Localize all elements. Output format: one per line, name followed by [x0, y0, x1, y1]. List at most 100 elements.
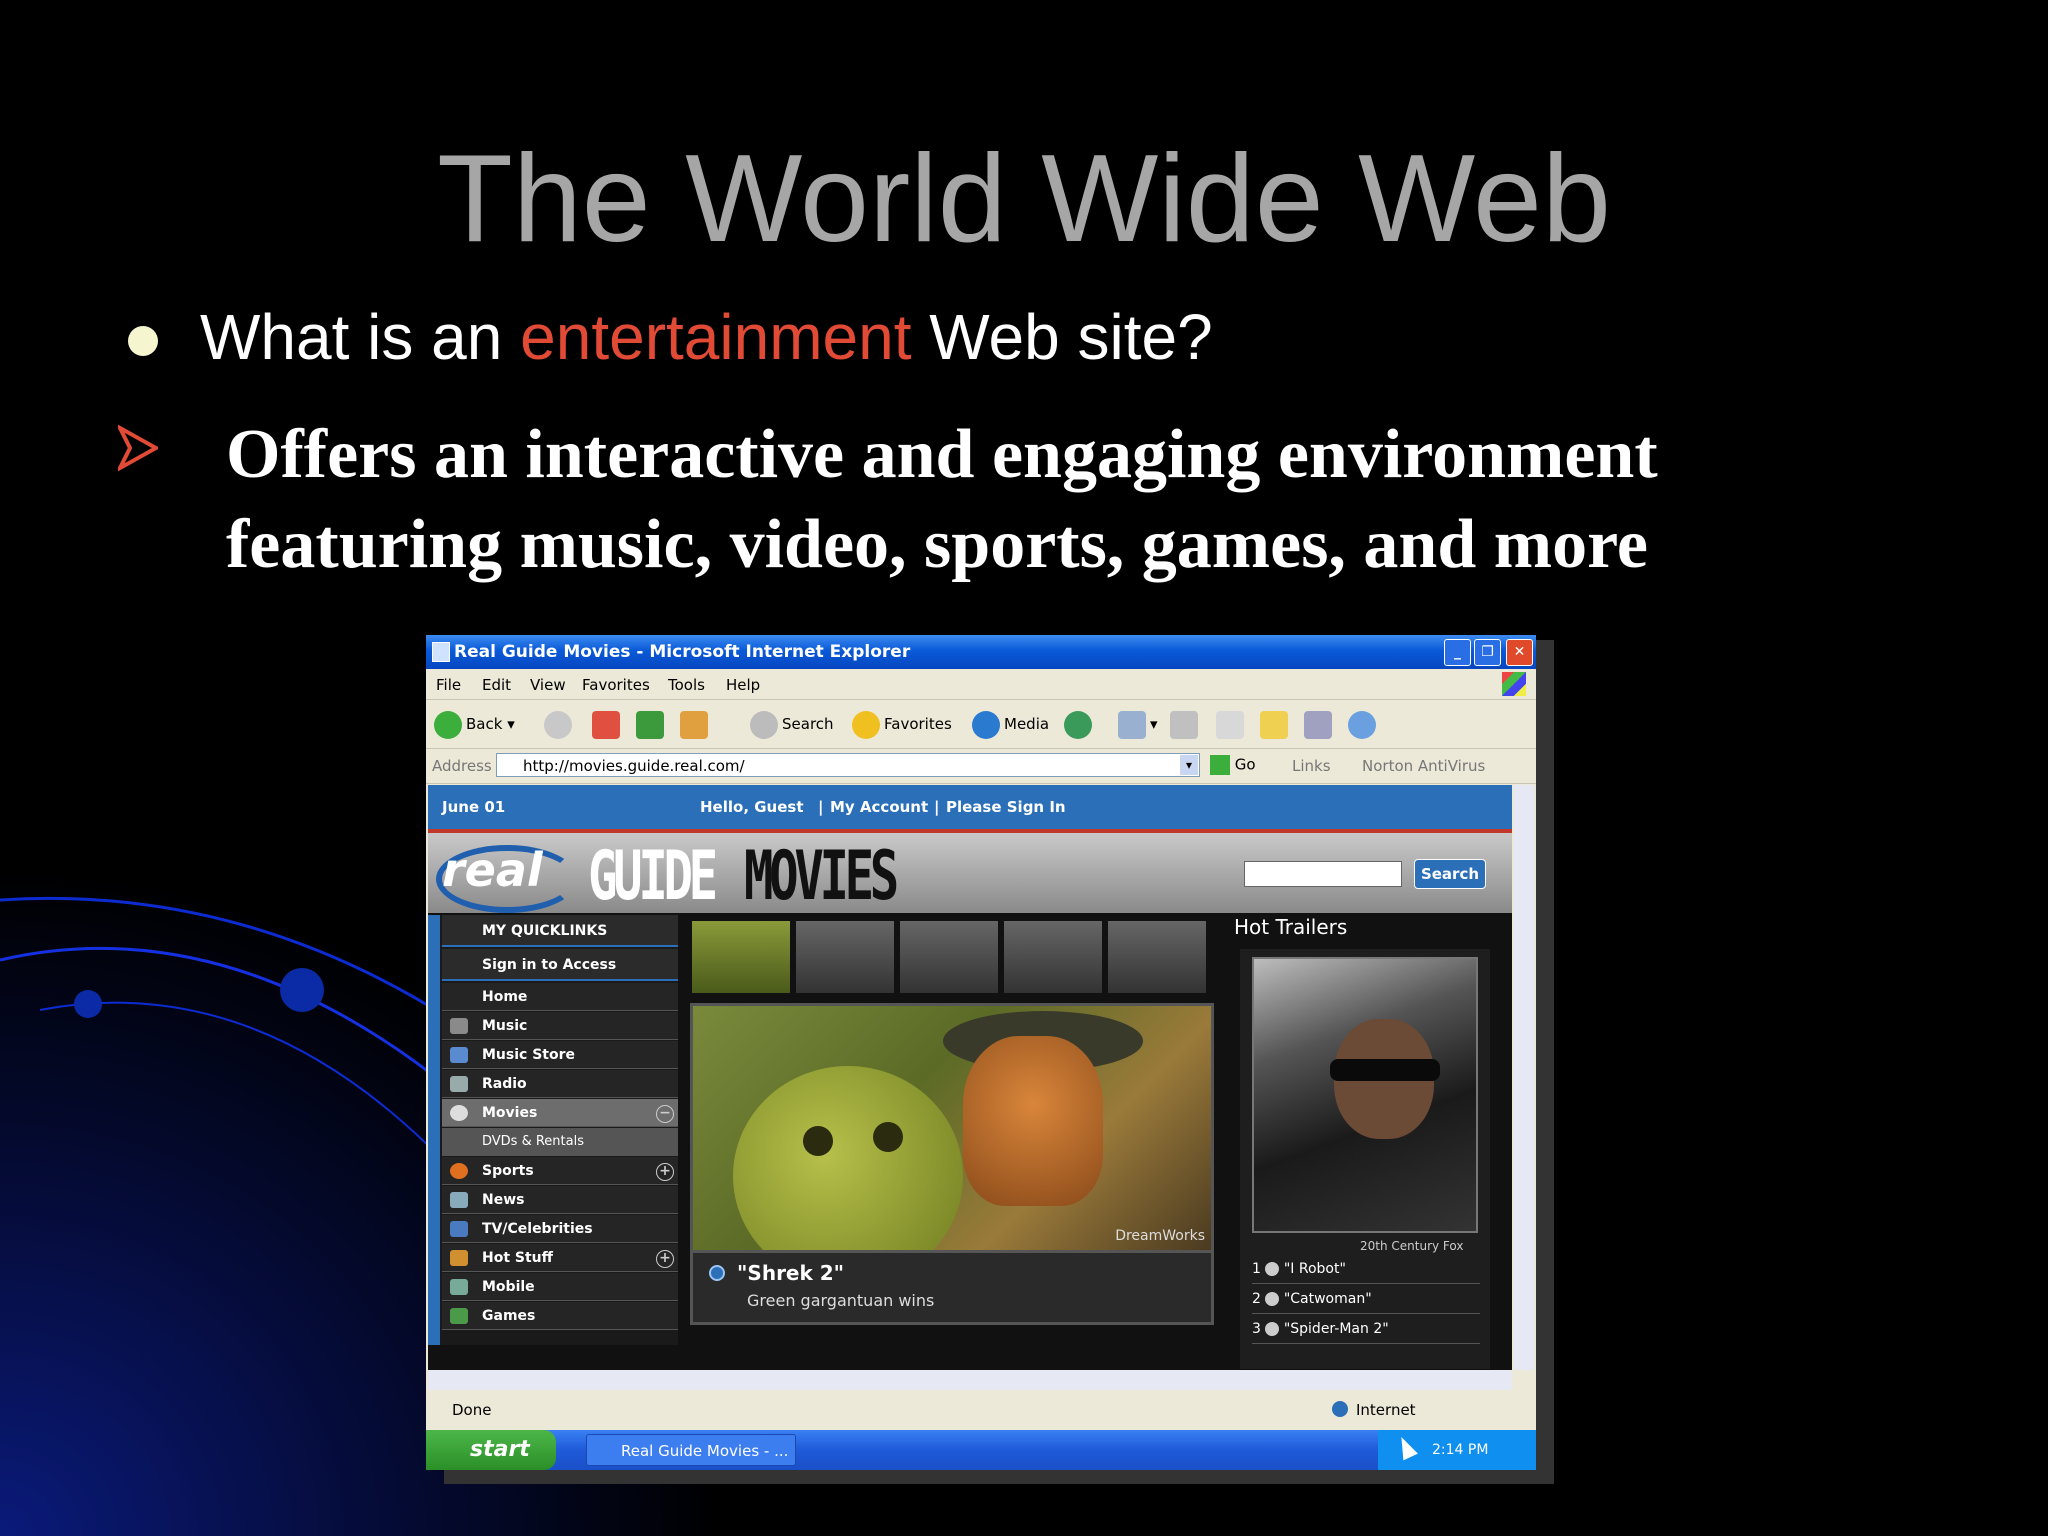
stop-button[interactable]	[592, 708, 624, 740]
my-account-link[interactable]: My Account	[830, 798, 928, 816]
trailer-item-2[interactable]: 2 "Catwoman"	[1252, 1285, 1480, 1314]
favorites-button[interactable]: Favorites	[852, 708, 952, 740]
mobile-phone-icon	[450, 1279, 468, 1295]
status-bar: Done Internet	[426, 1395, 1536, 1425]
nav-hot-stuff[interactable]: Hot Stuff +	[442, 1244, 678, 1272]
title-bar[interactable]: Real Guide Movies - Microsoft Internet E…	[426, 635, 1536, 669]
windows-logo-icon	[1502, 672, 1526, 696]
feature-caption[interactable]: "Shrek 2" Green gargantuan wins	[690, 1253, 1214, 1325]
menu-file[interactable]: File	[436, 676, 461, 694]
logo-real: real	[442, 843, 543, 897]
globe-icon	[1332, 1401, 1348, 1417]
mail-button[interactable]: ▾	[1118, 708, 1158, 740]
refresh-icon	[636, 710, 664, 739]
expand-icon[interactable]: +	[656, 1163, 674, 1181]
vertical-scrollbar[interactable]	[1514, 785, 1534, 1370]
restore-button[interactable]: ❐	[1474, 639, 1501, 666]
go-button[interactable]: Go	[1210, 755, 1256, 775]
web-page: June 01 Hello, Guest | My Account | Plea…	[428, 785, 1512, 1370]
minimize-button[interactable]: _	[1444, 639, 1471, 666]
menu-view[interactable]: View	[530, 676, 566, 694]
nav-mobile[interactable]: Mobile	[442, 1273, 678, 1301]
horizontal-scrollbar[interactable]	[428, 1370, 1512, 1390]
thumbnail-1[interactable]	[690, 919, 792, 995]
menu-help[interactable]: Help	[726, 676, 760, 694]
news-icon	[450, 1192, 468, 1208]
nav-music-store[interactable]: Music Store	[442, 1041, 678, 1069]
search-button[interactable]: Search	[750, 708, 834, 740]
shrek-shape	[733, 1066, 963, 1250]
forward-button[interactable]	[544, 708, 576, 740]
ie-page-icon	[432, 642, 450, 662]
play-icon	[1265, 1262, 1280, 1276]
edit-button[interactable]	[1216, 708, 1248, 740]
nav-home[interactable]: Home	[442, 983, 678, 1011]
nav-news[interactable]: News	[442, 1186, 678, 1214]
nav-games[interactable]: Games	[442, 1302, 678, 1330]
sign-in-link[interactable]: Please Sign In	[946, 798, 1066, 816]
printer-icon	[1170, 710, 1198, 739]
site-search-input[interactable]	[1244, 861, 1402, 887]
expand-icon[interactable]: +	[656, 1250, 674, 1268]
thumbnail-4[interactable]	[1002, 919, 1104, 995]
mail-icon	[1118, 710, 1146, 739]
ball-icon	[450, 1163, 468, 1179]
history-button[interactable]	[1064, 708, 1096, 740]
site-search-button[interactable]: Search	[1414, 859, 1486, 889]
menu-bar: File Edit View Favorites Tools Help	[426, 669, 1536, 700]
address-input[interactable]: http://movies.guide.real.com/	[496, 753, 1200, 777]
play-icon	[709, 1265, 725, 1281]
menu-favorites[interactable]: Favorites	[582, 676, 650, 694]
discuss-button[interactable]	[1260, 708, 1292, 740]
address-bar: Address http://movies.guide.real.com/ ▾ …	[426, 749, 1536, 784]
sign-in-access-link[interactable]: Sign in to Access	[442, 949, 678, 981]
music-store-icon	[450, 1047, 468, 1063]
radio-icon	[450, 1076, 468, 1092]
nav-radio[interactable]: Radio	[442, 1070, 678, 1098]
feature-image[interactable]: DreamWorks	[690, 1003, 1214, 1253]
site-date: June 01	[442, 798, 506, 816]
sub-point-line1: Offers an interactive and engaging envir…	[226, 416, 1658, 493]
media-button[interactable]: Media	[972, 708, 1049, 740]
thumbnail-2[interactable]	[794, 919, 896, 995]
messenger-button[interactable]	[1348, 708, 1380, 740]
dreamworks-watermark: DreamWorks	[1115, 1228, 1205, 1244]
hot-trailers-header: Hot Trailers	[1234, 915, 1348, 939]
hot-stuff-icon	[450, 1250, 468, 1266]
trailer-item-3[interactable]: 3 "Spider-Man 2"	[1252, 1315, 1480, 1344]
close-button[interactable]: ✕	[1506, 639, 1533, 666]
nav-sports[interactable]: Sports +	[442, 1157, 678, 1185]
bullet-suffix: Web site?	[911, 301, 1213, 373]
thumbnail-3[interactable]	[898, 919, 1000, 995]
nav-tv-celebrities[interactable]: TV/Celebrities	[442, 1215, 678, 1243]
collapse-icon[interactable]: −	[656, 1105, 674, 1123]
menu-tools[interactable]: Tools	[668, 676, 705, 694]
address-dropdown-icon[interactable]: ▾	[1180, 755, 1198, 775]
menu-edit[interactable]: Edit	[482, 676, 511, 694]
taskbar-item-ie[interactable]: Real Guide Movies - ...	[586, 1434, 796, 1466]
thumbnail-5[interactable]	[1106, 919, 1208, 995]
clock: 2:14 PM	[1432, 1442, 1489, 1458]
play-icon	[1265, 1322, 1280, 1336]
print-button[interactable]	[1170, 708, 1202, 740]
norton-button[interactable]: Norton AntiVirus	[1362, 757, 1485, 775]
toolbar: Back ▾ Search Favorites Media ▾	[426, 700, 1536, 749]
research-button[interactable]	[1304, 708, 1336, 740]
music-note-icon	[450, 1018, 468, 1034]
home-button[interactable]	[680, 708, 712, 740]
trailer-credit: 20th Century Fox	[1360, 1239, 1464, 1253]
trailer-item-1[interactable]: 1 "I Robot"	[1252, 1255, 1480, 1284]
nav-dvds-rentals[interactable]: DVDs & Rentals	[442, 1128, 678, 1156]
back-button[interactable]: Back ▾	[434, 708, 515, 740]
cat-shape	[963, 1036, 1103, 1206]
greeting: Hello, Guest	[700, 798, 804, 816]
refresh-button[interactable]	[636, 708, 668, 740]
messenger-icon	[1348, 710, 1376, 739]
nav-movies[interactable]: Movies −	[442, 1099, 678, 1127]
hot-trailers-panel: 20th Century Fox 1 "I Robot" 2 "Catwoman…	[1240, 949, 1490, 1369]
start-button[interactable]: start	[426, 1430, 556, 1470]
bullet-prefix: What is an	[200, 301, 521, 373]
links-button[interactable]: Links	[1292, 757, 1331, 775]
trailer-image[interactable]	[1252, 957, 1478, 1233]
nav-music[interactable]: Music	[442, 1012, 678, 1040]
